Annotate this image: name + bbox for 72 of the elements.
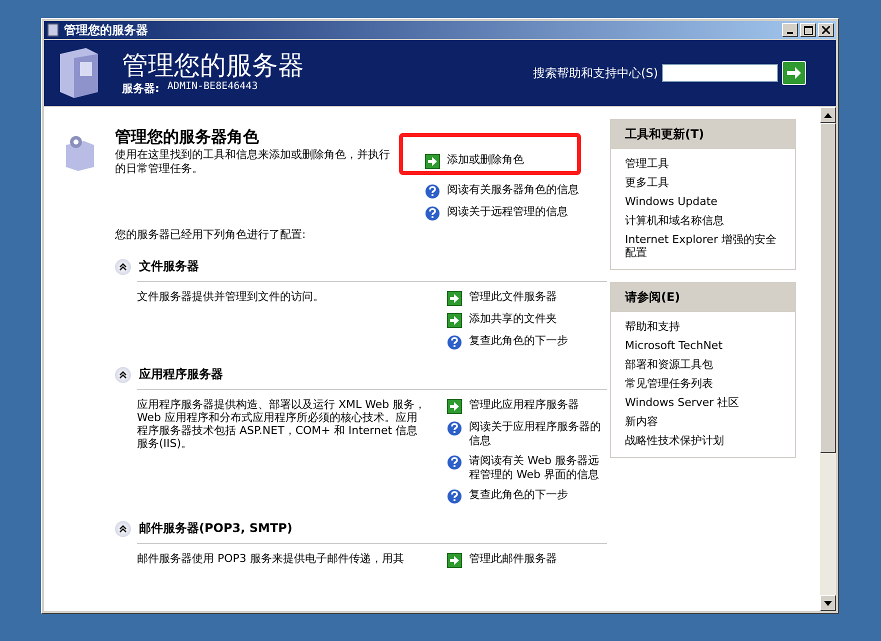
arrow-icon [447, 291, 462, 306]
collapse-button[interactable] [115, 258, 131, 274]
task-link[interactable]: 阅读关于应用程序服务器的信息 [469, 420, 607, 448]
task-link[interactable]: 请阅读有关 Web 服务器远程管理的 Web 界面的信息 [469, 454, 607, 482]
arrow-icon [785, 65, 803, 81]
role-title: 邮件服务器(POP3, SMTP) [139, 520, 292, 537]
role-description: 文件服务器提供并管理到文件的访问。 [137, 290, 325, 305]
page-title: 管理您的服务器 [122, 50, 304, 80]
section-heading: 管理您的服务器角色 [115, 127, 260, 148]
close-button[interactable] [818, 23, 834, 37]
collapse-button[interactable] [115, 366, 131, 382]
help-icon [447, 335, 462, 350]
panel-link[interactable]: 战略性技术保护计划 [625, 434, 781, 447]
description: 使用在这里找到的工具和信息来添加或删除角色，并执行 [115, 148, 391, 162]
server-name: ADMIN-BE8E46443 [167, 80, 258, 94]
panel-link[interactable]: Windows Update [625, 195, 781, 208]
panel-link[interactable]: 部署和资源工具包 [625, 358, 781, 371]
arrow-icon [447, 313, 462, 328]
search-field[interactable] [662, 64, 778, 82]
role-title: 应用程序服务器 [139, 366, 223, 383]
task-link[interactable]: 添加或删除角色 [447, 153, 524, 167]
task-link[interactable]: 阅读有关服务器角色的信息 [447, 183, 579, 197]
server-label: 服务器: [122, 80, 160, 96]
server-icon [46, 23, 60, 37]
help-icon [447, 421, 462, 436]
close-icon [822, 26, 830, 34]
minimize-button[interactable] [782, 23, 798, 37]
panel-link[interactable]: 管理工具 [625, 157, 781, 170]
window-title: 管理您的服务器 [64, 22, 149, 38]
description: 的日常管理任务。 [115, 162, 204, 176]
task-link[interactable]: 复查此角色的下一步 [469, 334, 568, 348]
search-label: 搜索帮助和支持中心(S) [533, 64, 658, 82]
arrow-icon [447, 399, 462, 414]
panel-link[interactable]: 新内容 [625, 415, 781, 428]
up-arrow-icon [824, 112, 832, 118]
role-description: 应用程序服务器提供构造、部署以及运行 XML Web 服务，Web 应用程序和分布式应用程序所必须的核心技术。应用程序服务器技术包括 ASP.NET，COM+ 和 Internet 信息服务(IIS)。 [137, 398, 427, 452]
task-link[interactable]: 管理此应用程序服务器 [469, 398, 579, 412]
double-chevron-icon [118, 370, 128, 380]
panel-link[interactable]: Internet Explorer 增强的安全配置 [625, 233, 781, 259]
role-title: 文件服务器 [139, 258, 199, 275]
collapse-button[interactable] [115, 520, 131, 536]
panel-link[interactable]: 更多工具 [625, 176, 781, 189]
scroll-down-button[interactable] [820, 595, 836, 611]
panel-link[interactable]: Windows Server 社区 [625, 396, 781, 409]
task-link[interactable]: 管理此文件服务器 [469, 290, 557, 304]
help-icon [447, 489, 462, 504]
task-link[interactable]: 添加共享的文件夹 [469, 312, 557, 326]
down-arrow-icon [824, 600, 832, 606]
double-chevron-icon [118, 262, 128, 272]
task-link[interactable]: 阅读关于远程管理的信息 [447, 205, 568, 219]
double-chevron-icon [118, 524, 128, 534]
help-icon [425, 184, 440, 199]
help-icon [425, 206, 440, 221]
task-link[interactable]: 复查此角色的下一步 [469, 488, 568, 502]
arrow-icon [425, 154, 440, 169]
help-icon [447, 455, 462, 470]
panel-link[interactable]: 帮助和支持 [625, 320, 781, 333]
panel-link[interactable]: Microsoft TechNet [625, 339, 781, 352]
maximize-button[interactable] [800, 23, 816, 37]
configured-text: 您的服务器已经用下列角色进行了配置: [115, 227, 307, 242]
maximize-icon [804, 26, 812, 34]
panel-link[interactable]: 常见管理任务列表 [625, 377, 781, 390]
scrollbar[interactable] [820, 107, 836, 611]
role-description: 邮件服务器使用 POP3 服务来提供电子邮件传递，用其 [137, 552, 405, 567]
panel-link[interactable]: 计算机和域名称信息 [625, 214, 781, 227]
arrow-icon [447, 553, 462, 568]
go-button[interactable] [782, 61, 806, 85]
panel-title: 工具和更新(T) [611, 120, 795, 149]
scroll-up-button[interactable] [820, 107, 836, 123]
scroll-thumb[interactable] [820, 123, 836, 453]
panel-title: 请参阅(E) [611, 283, 795, 312]
task-link[interactable]: 管理此邮件服务器 [469, 552, 557, 566]
